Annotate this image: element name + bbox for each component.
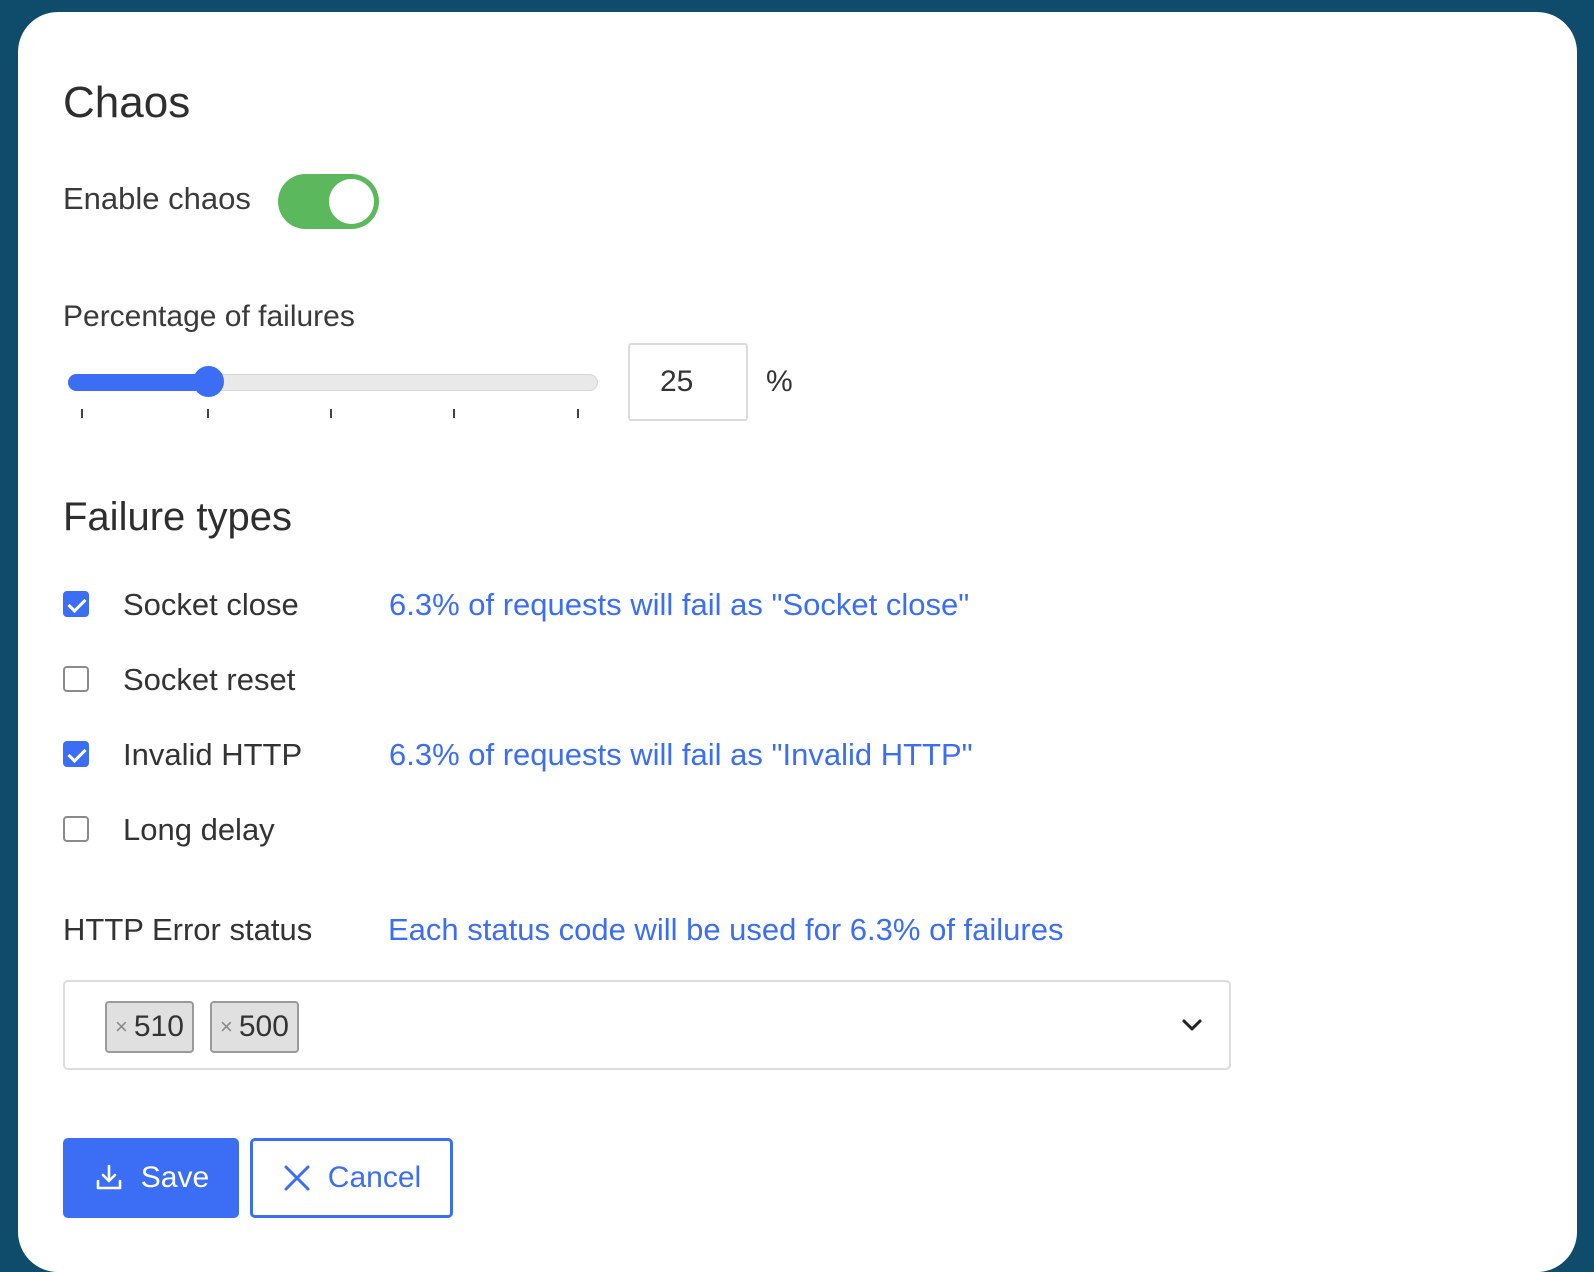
save-button-label: Save (140, 1161, 210, 1194)
long-delay-checkbox[interactable] (63, 816, 89, 842)
toggle-knob (329, 179, 374, 224)
cancel-button[interactable]: Cancel (250, 1138, 453, 1218)
status-chip-500: × 500 (210, 1001, 299, 1053)
socket-close-label: Socket close (123, 587, 299, 622)
remove-chip-icon[interactable]: × (115, 1014, 128, 1040)
percentage-input[interactable] (628, 343, 748, 421)
percentage-label: Percentage of failures (63, 300, 355, 333)
slider-tick (330, 409, 332, 418)
close-icon (284, 1165, 310, 1191)
http-error-status-label: HTTP Error status (63, 912, 313, 947)
socket-reset-checkbox[interactable] (63, 666, 89, 692)
page-title: Chaos (63, 78, 191, 127)
slider-tick (577, 409, 579, 418)
chaos-settings-card: Chaos Enable chaos Percentage of failure… (18, 12, 1577, 1272)
enable-chaos-label: Enable chaos (63, 181, 251, 216)
status-chip-510: × 510 (105, 1001, 194, 1053)
invalid-http-label: Invalid HTTP (123, 737, 303, 772)
slider-tick (453, 409, 455, 418)
failure-types-heading: Failure types (63, 495, 292, 539)
http-error-status-info: Each status code will be used for 6.3% o… (388, 912, 1064, 947)
long-delay-label: Long delay (123, 812, 275, 847)
download-icon (96, 1164, 122, 1190)
chip-value: 500 (238, 1010, 289, 1043)
percentage-slider-handle[interactable] (193, 366, 224, 397)
slider-tick (207, 409, 209, 418)
percentage-slider-track[interactable] (68, 374, 598, 391)
socket-reset-label: Socket reset (123, 662, 296, 697)
invalid-http-info: 6.3% of requests will fail as "Invalid H… (389, 737, 973, 772)
enable-chaos-toggle[interactable] (278, 174, 379, 229)
remove-chip-icon[interactable]: × (220, 1014, 233, 1040)
socket-close-checkbox[interactable] (63, 591, 89, 617)
slider-tick (81, 409, 83, 418)
percentage-unit: % (766, 365, 793, 398)
chip-value: 510 (133, 1010, 184, 1043)
invalid-http-checkbox[interactable] (63, 741, 89, 767)
cancel-button-label: Cancel (327, 1161, 422, 1194)
save-button[interactable]: Save (63, 1138, 239, 1218)
chevron-down-icon[interactable] (1177, 1010, 1207, 1040)
http-error-status-select[interactable]: × 510 × 500 (63, 980, 1231, 1070)
socket-close-info: 6.3% of requests will fail as "Socket cl… (389, 587, 970, 622)
